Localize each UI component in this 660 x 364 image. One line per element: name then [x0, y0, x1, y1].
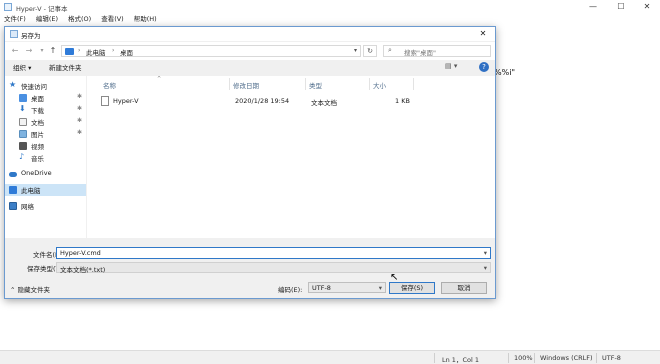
- new-folder-button[interactable]: 新建文件夹: [49, 62, 82, 72]
- notepad-title: Hyper-V - 记事本: [16, 5, 68, 13]
- pin-icon: ✱: [76, 129, 82, 136]
- filename-panel: 文件名(N): Hyper-V.cmd ▾ 保存类型(T): 文本文档(*.tx…: [5, 242, 495, 276]
- file-size: 1 KB: [395, 97, 410, 105]
- pin-icon: ✱: [76, 105, 82, 112]
- organize-button[interactable]: 组织 ▾: [13, 62, 31, 72]
- nav-item-music[interactable]: ♪ 音乐: [5, 152, 86, 164]
- column-header-size[interactable]: 大小: [373, 80, 386, 90]
- chevron-right-icon: ›: [112, 47, 115, 54]
- editor-text-fragment: %%i": [494, 68, 516, 77]
- download-icon: ⬇: [19, 104, 26, 113]
- chevron-right-icon: ›: [78, 47, 81, 54]
- notepad-statusbar: Ln 1，Col 1 100% Windows (CRLF) UTF-8: [0, 350, 660, 364]
- file-name: Hyper-V: [113, 97, 139, 105]
- cancel-button[interactable]: 取消: [441, 282, 487, 294]
- column-header-name[interactable]: 名称: [103, 80, 116, 90]
- text-file-icon: [101, 96, 109, 106]
- menu-edit[interactable]: 编辑(E): [36, 14, 58, 25]
- save-button[interactable]: 保存(S): [389, 282, 435, 294]
- pin-icon: ✱: [76, 117, 82, 124]
- nav-item-desktop[interactable]: 桌面 ✱: [5, 92, 86, 104]
- status-position: Ln 1，Col 1: [442, 356, 479, 364]
- notepad-titlebar: Hyper-V - 记事本 — ☐ ✕: [0, 0, 660, 14]
- cloud-icon: [9, 172, 17, 177]
- computer-icon: [9, 186, 17, 194]
- chevron-down-icon[interactable]: ▾: [354, 47, 357, 54]
- view-options-icon[interactable]: ▤ ▾: [445, 62, 467, 72]
- table-row[interactable]: Hyper-V 2020/1/28 19:54 文本文档 1 KB: [93, 95, 489, 107]
- chevron-down-icon[interactable]: ▾: [484, 249, 487, 257]
- nav-item-documents[interactable]: 文档 ✱: [5, 116, 86, 128]
- menu-view[interactable]: 查看(V): [101, 14, 124, 25]
- dialog-footer: ⌃ 隐藏文件夹 编码(E): UTF-8 ▾ 保存(S) 取消: [5, 278, 495, 298]
- chevron-down-icon[interactable]: ▾: [379, 284, 382, 292]
- nav-item-onedrive[interactable]: OneDrive: [5, 168, 86, 180]
- hide-folders-label: 隐藏文件夹: [17, 286, 51, 294]
- nav-item-this-pc[interactable]: 此电脑: [5, 184, 86, 196]
- notepad-menubar: 文件(F) 编辑(E) 格式(O) 查看(V) 帮助(H): [0, 14, 660, 25]
- help-icon[interactable]: ?: [479, 62, 489, 72]
- hide-folders-toggle[interactable]: ⌃ 隐藏文件夹: [10, 284, 50, 294]
- forward-icon[interactable]: →: [23, 45, 35, 57]
- breadcrumb-desktop[interactable]: 桌面: [120, 47, 133, 57]
- filename-input[interactable]: Hyper-V.cmd ▾: [56, 247, 491, 259]
- status-encoding: UTF-8: [602, 354, 621, 362]
- search-icon: ⌕: [388, 46, 392, 54]
- dialog-app-icon: [10, 30, 18, 38]
- save-as-dialog: 另存为 ✕ ← → ▾ ↑ › 此电脑 › 桌面 ▾ ↻ ⌕ 搜索"桌面" 组织…: [4, 26, 496, 299]
- star-icon: ★: [9, 80, 17, 89]
- file-modified: 2020/1/28 19:54: [235, 97, 290, 105]
- status-zoom: 100%: [514, 354, 533, 362]
- dialog-title: 另存为: [21, 32, 41, 40]
- nav-item-downloads[interactable]: ⬇ 下载 ✱: [5, 104, 86, 116]
- filename-value: Hyper-V.cmd: [60, 249, 101, 257]
- status-line-ending: Windows (CRLF): [540, 354, 593, 362]
- nav-item-videos[interactable]: 视频: [5, 140, 86, 152]
- nav-item-quick-access[interactable]: ★ 快速访问: [5, 80, 86, 92]
- music-icon: ♪: [19, 152, 25, 161]
- desktop-icon: [19, 94, 27, 102]
- document-icon: [19, 118, 27, 126]
- close-button[interactable]: ✕: [634, 0, 660, 14]
- column-header-type[interactable]: 类型: [309, 80, 322, 90]
- pin-icon: ✱: [76, 93, 82, 100]
- video-icon: [19, 142, 27, 150]
- picture-icon: [19, 130, 27, 138]
- save-type-select[interactable]: 文本文档(*.txt) ▾: [56, 262, 491, 274]
- chevron-down-icon[interactable]: ▾: [484, 264, 487, 272]
- file-type: 文本文档: [311, 99, 337, 107]
- minimize-button[interactable]: —: [580, 0, 606, 14]
- chevron-up-icon: ⌃: [10, 286, 18, 294]
- file-list: ^ 名称 修改日期 类型 大小 Hyper-V 2020/1/28 19:54 …: [87, 76, 495, 238]
- address-bar[interactable]: › 此电脑 › 桌面 ▾: [61, 45, 361, 57]
- menu-help[interactable]: 帮助(H): [134, 14, 157, 25]
- nav-item-network[interactable]: 网络: [5, 200, 86, 212]
- dialog-close-button[interactable]: ✕: [473, 27, 493, 41]
- search-placeholder: 搜索"桌面": [404, 49, 436, 57]
- notepad-app-icon: [4, 3, 12, 11]
- network-icon: [9, 202, 17, 210]
- maximize-button[interactable]: ☐: [608, 0, 634, 14]
- encoding-value: UTF-8: [312, 284, 331, 292]
- encoding-label: 编码(E):: [278, 286, 303, 294]
- mouse-cursor-icon: ↖: [390, 272, 399, 283]
- nav-item-pictures[interactable]: 图片 ✱: [5, 128, 86, 140]
- navigation-pane: ★ 快速访问 桌面 ✱ ⬇ 下载 ✱ 文档 ✱ 图片 ✱ 视频 ♪ 音乐 One…: [5, 76, 86, 238]
- search-box[interactable]: ⌕ 搜索"桌面": [383, 45, 491, 57]
- dialog-titlebar: 另存为 ✕: [5, 27, 495, 41]
- navigation-bar: ← → ▾ ↑ › 此电脑 › 桌面 ▾ ↻ ⌕ 搜索"桌面": [5, 42, 495, 60]
- save-type-value: 文本文档(*.txt): [60, 266, 106, 274]
- menu-format[interactable]: 格式(O): [68, 14, 91, 25]
- column-header-modified[interactable]: 修改日期: [233, 80, 259, 90]
- refresh-icon[interactable]: ↻: [363, 45, 377, 57]
- sort-ascending-icon: ^: [157, 76, 162, 82]
- encoding-select[interactable]: UTF-8 ▾: [308, 282, 386, 293]
- menu-file[interactable]: 文件(F): [4, 14, 26, 25]
- up-icon[interactable]: ↑: [47, 45, 59, 57]
- computer-icon: [65, 48, 74, 55]
- command-bar: 组织 ▾ 新建文件夹 ▤ ▾ ?: [5, 61, 495, 73]
- back-icon[interactable]: ←: [9, 45, 21, 57]
- breadcrumb-this-pc[interactable]: 此电脑: [86, 47, 106, 57]
